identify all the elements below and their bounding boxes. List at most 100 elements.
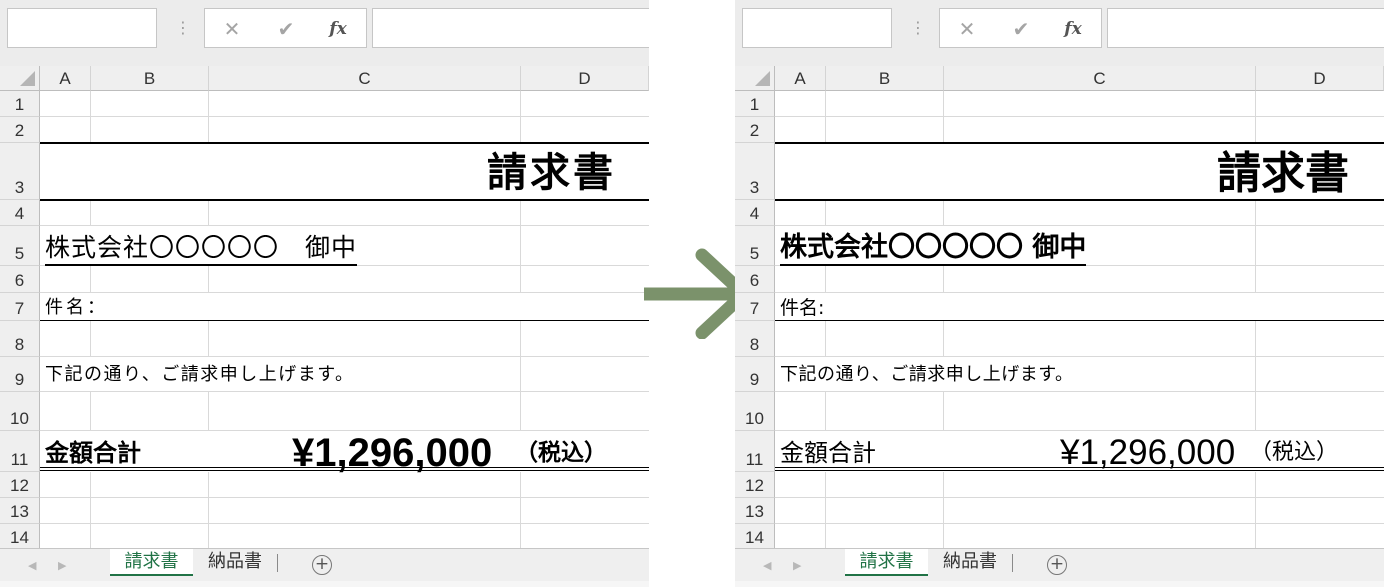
- row-header-6[interactable]: 6: [0, 266, 40, 293]
- invoice-title[interactable]: 請求書: [1217, 148, 1349, 200]
- horizontal-scrollbar[interactable]: [735, 581, 1384, 587]
- row-header-6[interactable]: 6: [735, 266, 775, 293]
- row-header-3[interactable]: 3: [0, 143, 40, 200]
- gridline: [208, 91, 209, 143]
- row-header-1[interactable]: 1: [0, 91, 40, 117]
- select-all-corner[interactable]: [735, 66, 775, 91]
- row-header-2[interactable]: 2: [735, 117, 775, 143]
- subject-label[interactable]: 件名：: [45, 297, 108, 319]
- column-header-a[interactable]: A: [775, 66, 826, 91]
- splitter-dots-icon[interactable]: ⋮: [175, 14, 191, 42]
- tax-included-note[interactable]: （税込）: [515, 438, 607, 468]
- row-header-14[interactable]: 14: [0, 524, 40, 550]
- formula-input[interactable]: [372, 8, 649, 48]
- name-box[interactable]: [742, 8, 892, 48]
- request-message[interactable]: 下記の通り、ご請求申し上げます。: [780, 364, 1073, 386]
- gridline: [208, 472, 209, 550]
- gridline: [775, 497, 1384, 498]
- horizontal-scrollbar[interactable]: [0, 581, 649, 587]
- row-header-4[interactable]: 4: [0, 200, 40, 226]
- row-header-14[interactable]: 14: [735, 524, 775, 550]
- column-header-c[interactable]: C: [944, 66, 1256, 91]
- row-header-12[interactable]: 12: [0, 472, 40, 498]
- formula-input[interactable]: [1107, 8, 1384, 48]
- column-header-a[interactable]: A: [40, 66, 91, 91]
- row-header-12[interactable]: 12: [735, 472, 775, 498]
- tab-delivery-note[interactable]: 納品書: [931, 549, 1009, 576]
- invoice-title[interactable]: 請求書: [487, 148, 616, 198]
- gridline: [1255, 472, 1256, 550]
- request-message[interactable]: 下記の通り、ご請求申し上げます。: [45, 364, 354, 386]
- gridline: [520, 472, 521, 550]
- gridline: [40, 292, 649, 293]
- column-header-c[interactable]: C: [209, 66, 521, 91]
- cancel-icon[interactable]: ✕: [952, 15, 982, 43]
- row-header-8[interactable]: 8: [735, 321, 775, 357]
- total-amount[interactable]: ¥1,296,000: [292, 430, 492, 476]
- row-header-2[interactable]: 2: [0, 117, 40, 143]
- row-header-9[interactable]: 9: [735, 357, 775, 392]
- subject-underline: [40, 320, 649, 321]
- recipient-name[interactable]: 株式会社〇〇〇〇〇 御中: [45, 232, 358, 266]
- tab-scroll-left-icon[interactable]: ◀: [28, 559, 36, 572]
- column-header-b[interactable]: B: [826, 66, 944, 91]
- insert-function-button[interactable]: fx: [1058, 15, 1088, 43]
- row-header-10[interactable]: 10: [0, 392, 40, 431]
- row-header-10[interactable]: 10: [735, 392, 775, 431]
- gridline: [943, 392, 944, 431]
- subject-label[interactable]: 件名:: [780, 297, 824, 319]
- gridline: [40, 225, 649, 226]
- select-all-triangle-icon: [20, 71, 35, 86]
- tab-scroll-left-icon[interactable]: ◀: [763, 559, 771, 572]
- row-header-11[interactable]: 11: [735, 431, 775, 472]
- row-header-1[interactable]: 1: [735, 91, 775, 117]
- row-header-8[interactable]: 8: [0, 321, 40, 357]
- select-all-corner[interactable]: [0, 66, 40, 91]
- column-header-d[interactable]: D: [1256, 66, 1384, 91]
- row-header-11[interactable]: 11: [0, 431, 40, 472]
- name-box[interactable]: [7, 8, 157, 48]
- gridline: [208, 266, 209, 293]
- tab-divider: [1012, 554, 1013, 572]
- gridline: [90, 392, 91, 431]
- row-header-13[interactable]: 13: [0, 498, 40, 524]
- row-header-5[interactable]: 5: [0, 226, 40, 266]
- splitter-dots-icon[interactable]: ⋮: [910, 14, 926, 42]
- formula-bar: ⋮ ✕ ✔ fx: [0, 0, 649, 66]
- row-header-4[interactable]: 4: [735, 200, 775, 226]
- row-header-7[interactable]: 7: [735, 293, 775, 321]
- total-label[interactable]: 金額合計: [45, 438, 141, 468]
- add-sheet-icon[interactable]: +: [312, 555, 332, 575]
- tab-invoice[interactable]: 請求書: [845, 549, 928, 576]
- tab-scroll-right-icon[interactable]: ▶: [58, 559, 66, 572]
- gridline: [775, 225, 1384, 226]
- enter-check-icon[interactable]: ✔: [271, 15, 301, 43]
- cancel-icon[interactable]: ✕: [217, 15, 247, 43]
- gridline: [40, 356, 649, 357]
- row-header-5[interactable]: 5: [735, 226, 775, 266]
- column-header-b[interactable]: B: [91, 66, 209, 91]
- row-header-13[interactable]: 13: [735, 498, 775, 524]
- gridline: [520, 91, 521, 143]
- column-header-d[interactable]: D: [521, 66, 649, 91]
- tab-invoice[interactable]: 請求書: [110, 549, 193, 576]
- recipient-name[interactable]: 株式会社〇〇〇〇〇 御中: [780, 232, 1087, 266]
- tab-delivery-note[interactable]: 納品書: [196, 549, 274, 576]
- enter-check-icon[interactable]: ✔: [1006, 15, 1036, 43]
- gridline: [90, 200, 91, 226]
- add-sheet-icon[interactable]: +: [1047, 555, 1067, 575]
- total-amount[interactable]: ¥1,296,000: [1060, 432, 1235, 474]
- gridline: [208, 200, 209, 226]
- gridline: [40, 523, 649, 524]
- gridline: [208, 392, 209, 431]
- row-header-9[interactable]: 9: [0, 357, 40, 392]
- gridline: [40, 391, 649, 392]
- title-top-border: [775, 142, 1384, 144]
- tax-included-note[interactable]: （税込）: [1250, 438, 1338, 468]
- row-header-7[interactable]: 7: [0, 293, 40, 321]
- row-header-3[interactable]: 3: [735, 143, 775, 200]
- tab-scroll-right-icon[interactable]: ▶: [793, 559, 801, 572]
- total-label[interactable]: 金額合計: [780, 438, 876, 468]
- insert-function-button[interactable]: fx: [323, 15, 353, 43]
- gridline: [40, 497, 649, 498]
